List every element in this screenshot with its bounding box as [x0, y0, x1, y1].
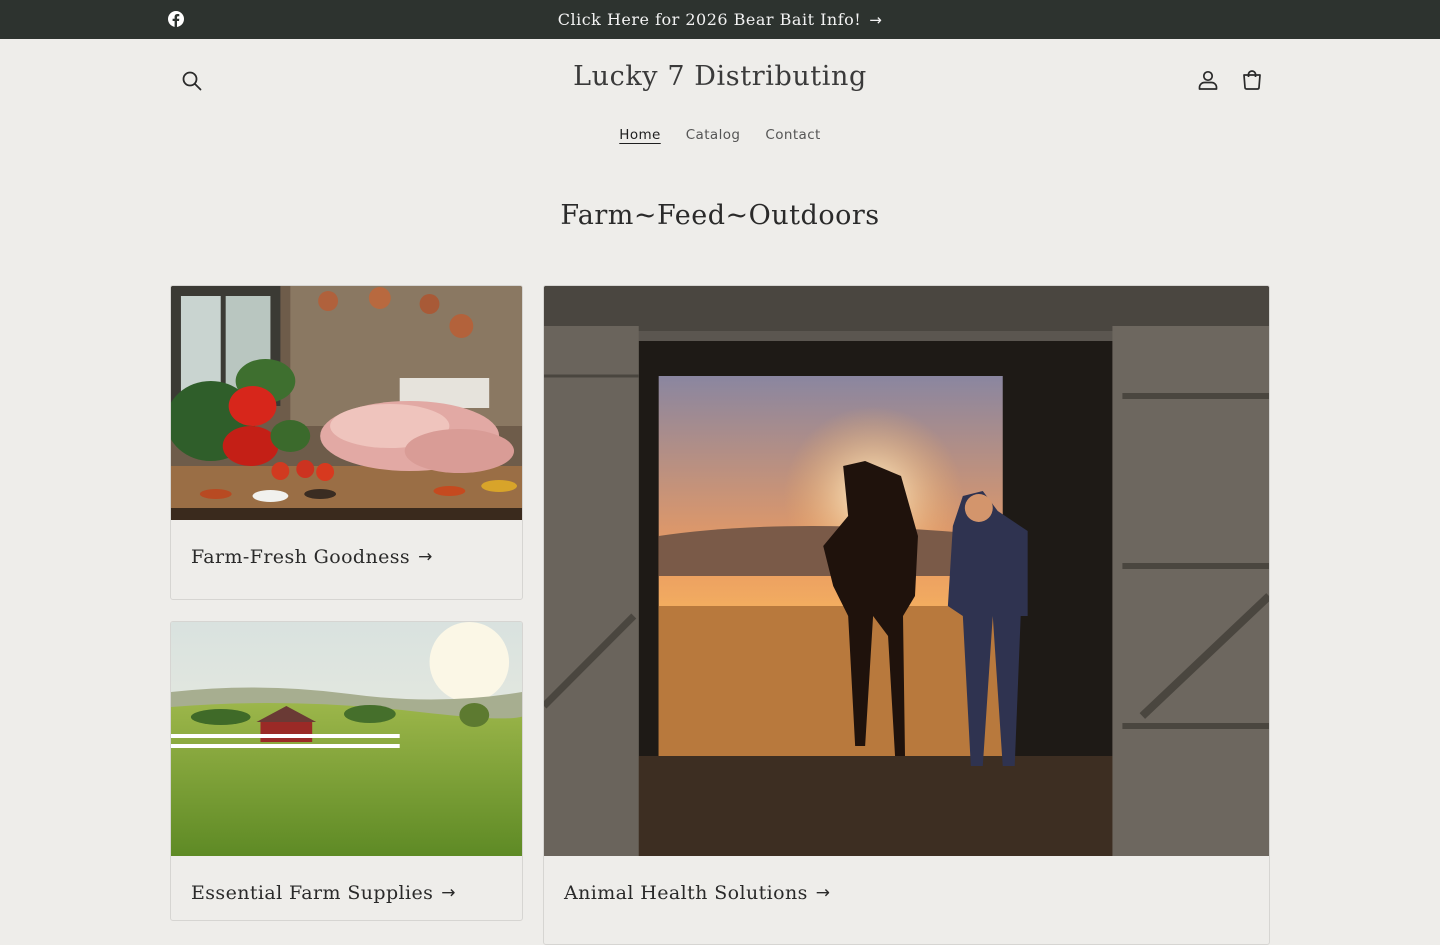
- collection-card-farm-fresh[interactable]: Farm-Fresh Goodness →: [170, 285, 523, 600]
- collection-label: Farm-Fresh Goodness: [191, 546, 411, 568]
- cart-icon[interactable]: [1240, 68, 1264, 92]
- site-logo[interactable]: Lucky 7 Distributing: [0, 61, 1440, 92]
- collection-card-animal-health[interactable]: Animal Health Solutions →: [543, 285, 1270, 945]
- collection-label: Animal Health Solutions: [564, 882, 808, 904]
- announcement-bar: Click Here for 2026 Bear Bait Info! →: [0, 0, 1440, 39]
- arrow-right-icon: →: [869, 10, 883, 29]
- arrow-right-icon: →: [815, 883, 831, 903]
- collection-label: Essential Farm Supplies: [191, 882, 434, 904]
- collection-title[interactable]: Essential Farm Supplies →: [171, 856, 522, 920]
- collection-image-horse-barn: [544, 286, 1269, 856]
- collection-image-farm-field: [171, 622, 522, 856]
- collection-heading: Farm~Feed~Outdoors: [560, 200, 880, 231]
- nav-item-catalog[interactable]: Catalog: [686, 127, 741, 143]
- site-header: Lucky 7 Distributing: [0, 39, 1440, 123]
- main-nav: Home Catalog Contact: [0, 123, 1440, 163]
- account-icon[interactable]: [1196, 68, 1220, 92]
- announcement-text: Click Here for 2026 Bear Bait Info!: [557, 10, 862, 29]
- arrow-right-icon: →: [441, 883, 456, 903]
- announcement-link[interactable]: Click Here for 2026 Bear Bait Info! →: [558, 10, 883, 29]
- arrow-right-icon: →: [418, 547, 433, 567]
- nav-item-contact[interactable]: Contact: [765, 127, 820, 143]
- facebook-icon[interactable]: [168, 11, 184, 27]
- collection-card-farm-supplies[interactable]: Essential Farm Supplies →: [170, 621, 523, 921]
- collection-title[interactable]: Farm-Fresh Goodness →: [171, 520, 522, 594]
- collection-image-produce-meat: [171, 286, 522, 520]
- collection-title[interactable]: Animal Health Solutions →: [544, 856, 1269, 930]
- nav-item-home[interactable]: Home: [619, 127, 660, 143]
